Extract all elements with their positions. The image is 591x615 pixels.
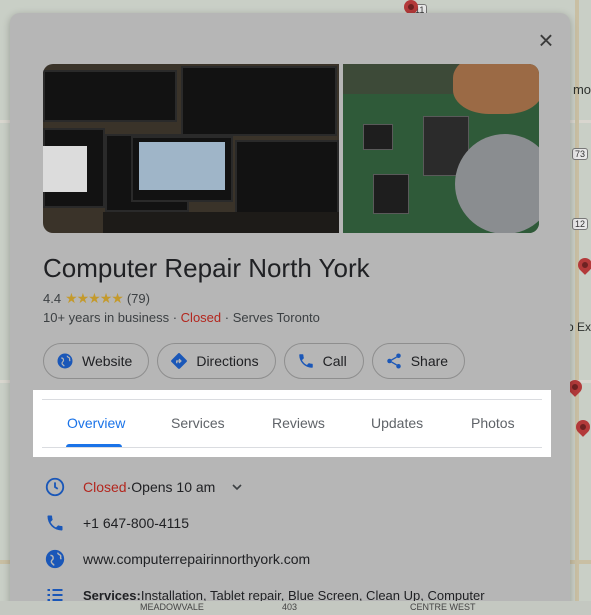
rating-row: 4.4 ★★★★★ (79) <box>43 290 150 307</box>
website-url: www.computerrepairinnorthyork.com <box>83 551 311 567</box>
photo-detail <box>181 66 337 136</box>
business-photo[interactable] <box>43 64 339 233</box>
star-rating-icon: ★★★★★ <box>65 290 124 306</box>
map-label: MEADOWVALE <box>140 602 204 612</box>
map-label: CENTRE WEST <box>410 602 476 612</box>
photo-detail <box>43 70 177 122</box>
close-button[interactable]: × <box>534 27 558 53</box>
map-label: mo <box>572 82 591 97</box>
photo-detail <box>43 146 87 192</box>
share-button-label: Share <box>410 353 449 369</box>
phone-icon <box>43 511 67 535</box>
highway-shield: 73 <box>572 148 589 160</box>
chevron-down-icon[interactable] <box>229 479 245 495</box>
website-button[interactable]: Website <box>43 343 150 379</box>
globe-icon <box>43 547 67 571</box>
highway-shield: 403 <box>282 602 298 612</box>
share-button[interactable]: Share <box>371 343 466 379</box>
map-bottom-strip: MEADOWVALE 403 CENTRE WEST <box>0 601 591 615</box>
tab-updates[interactable]: Updates <box>371 415 423 431</box>
business-info-row: 10+ years in business · Closed · Serves … <box>43 310 320 325</box>
photo-gallery <box>43 64 539 233</box>
open-status: Closed <box>180 310 222 325</box>
map-label: p Ex <box>566 320 591 334</box>
tab-services[interactable]: Services <box>171 415 225 431</box>
place-panel: × Computer Repair North York 4.4 ★★★★★ (… <box>10 13 570 613</box>
share-icon <box>385 352 403 370</box>
hours-next: Opens 10 am <box>131 479 216 495</box>
phone-row[interactable]: +1 647-800-4115 <box>43 511 189 535</box>
tab-overview[interactable]: Overview <box>67 415 125 431</box>
review-count[interactable]: (79) <box>127 291 150 306</box>
directions-icon <box>170 352 188 370</box>
business-name: Computer Repair North York <box>43 253 370 283</box>
call-button-label: Call <box>322 353 347 369</box>
business-photo[interactable] <box>343 64 539 233</box>
photo-detail <box>453 64 539 114</box>
hours-status: Closed <box>83 479 127 495</box>
separator: · <box>221 310 233 325</box>
photo-detail <box>455 134 539 233</box>
photo-detail <box>363 124 393 150</box>
action-buttons: Website Directions Call Share <box>43 343 466 379</box>
highway-shield: 12 <box>572 218 589 230</box>
clock-icon <box>43 475 67 499</box>
photo-detail <box>139 142 225 190</box>
service-area: Serves Toronto <box>232 310 320 325</box>
tab-photos[interactable]: Photos <box>471 415 515 431</box>
hours-row[interactable]: Closed · Opens 10 am <box>43 475 245 499</box>
directions-button[interactable]: Directions <box>157 343 276 379</box>
phone-number: +1 647-800-4115 <box>83 515 189 531</box>
rating-value: 4.4 <box>43 291 62 306</box>
tab-reviews[interactable]: Reviews <box>272 415 325 431</box>
photo-detail <box>373 174 409 214</box>
phone-icon <box>297 352 315 370</box>
call-button[interactable]: Call <box>283 343 364 379</box>
photo-detail <box>235 140 339 220</box>
website-row[interactable]: www.computerrepairinnorthyork.com <box>43 547 310 571</box>
separator: · <box>169 310 181 325</box>
globe-icon <box>56 352 74 370</box>
years-in-business: 10+ years in business <box>43 310 170 325</box>
divider <box>42 447 542 448</box>
website-button-label: Website <box>82 353 133 369</box>
divider <box>42 399 542 400</box>
photo-detail <box>103 212 339 233</box>
directions-button-label: Directions <box>196 353 259 369</box>
tab-bar: Overview Services Reviews Updates Photos <box>33 390 551 457</box>
